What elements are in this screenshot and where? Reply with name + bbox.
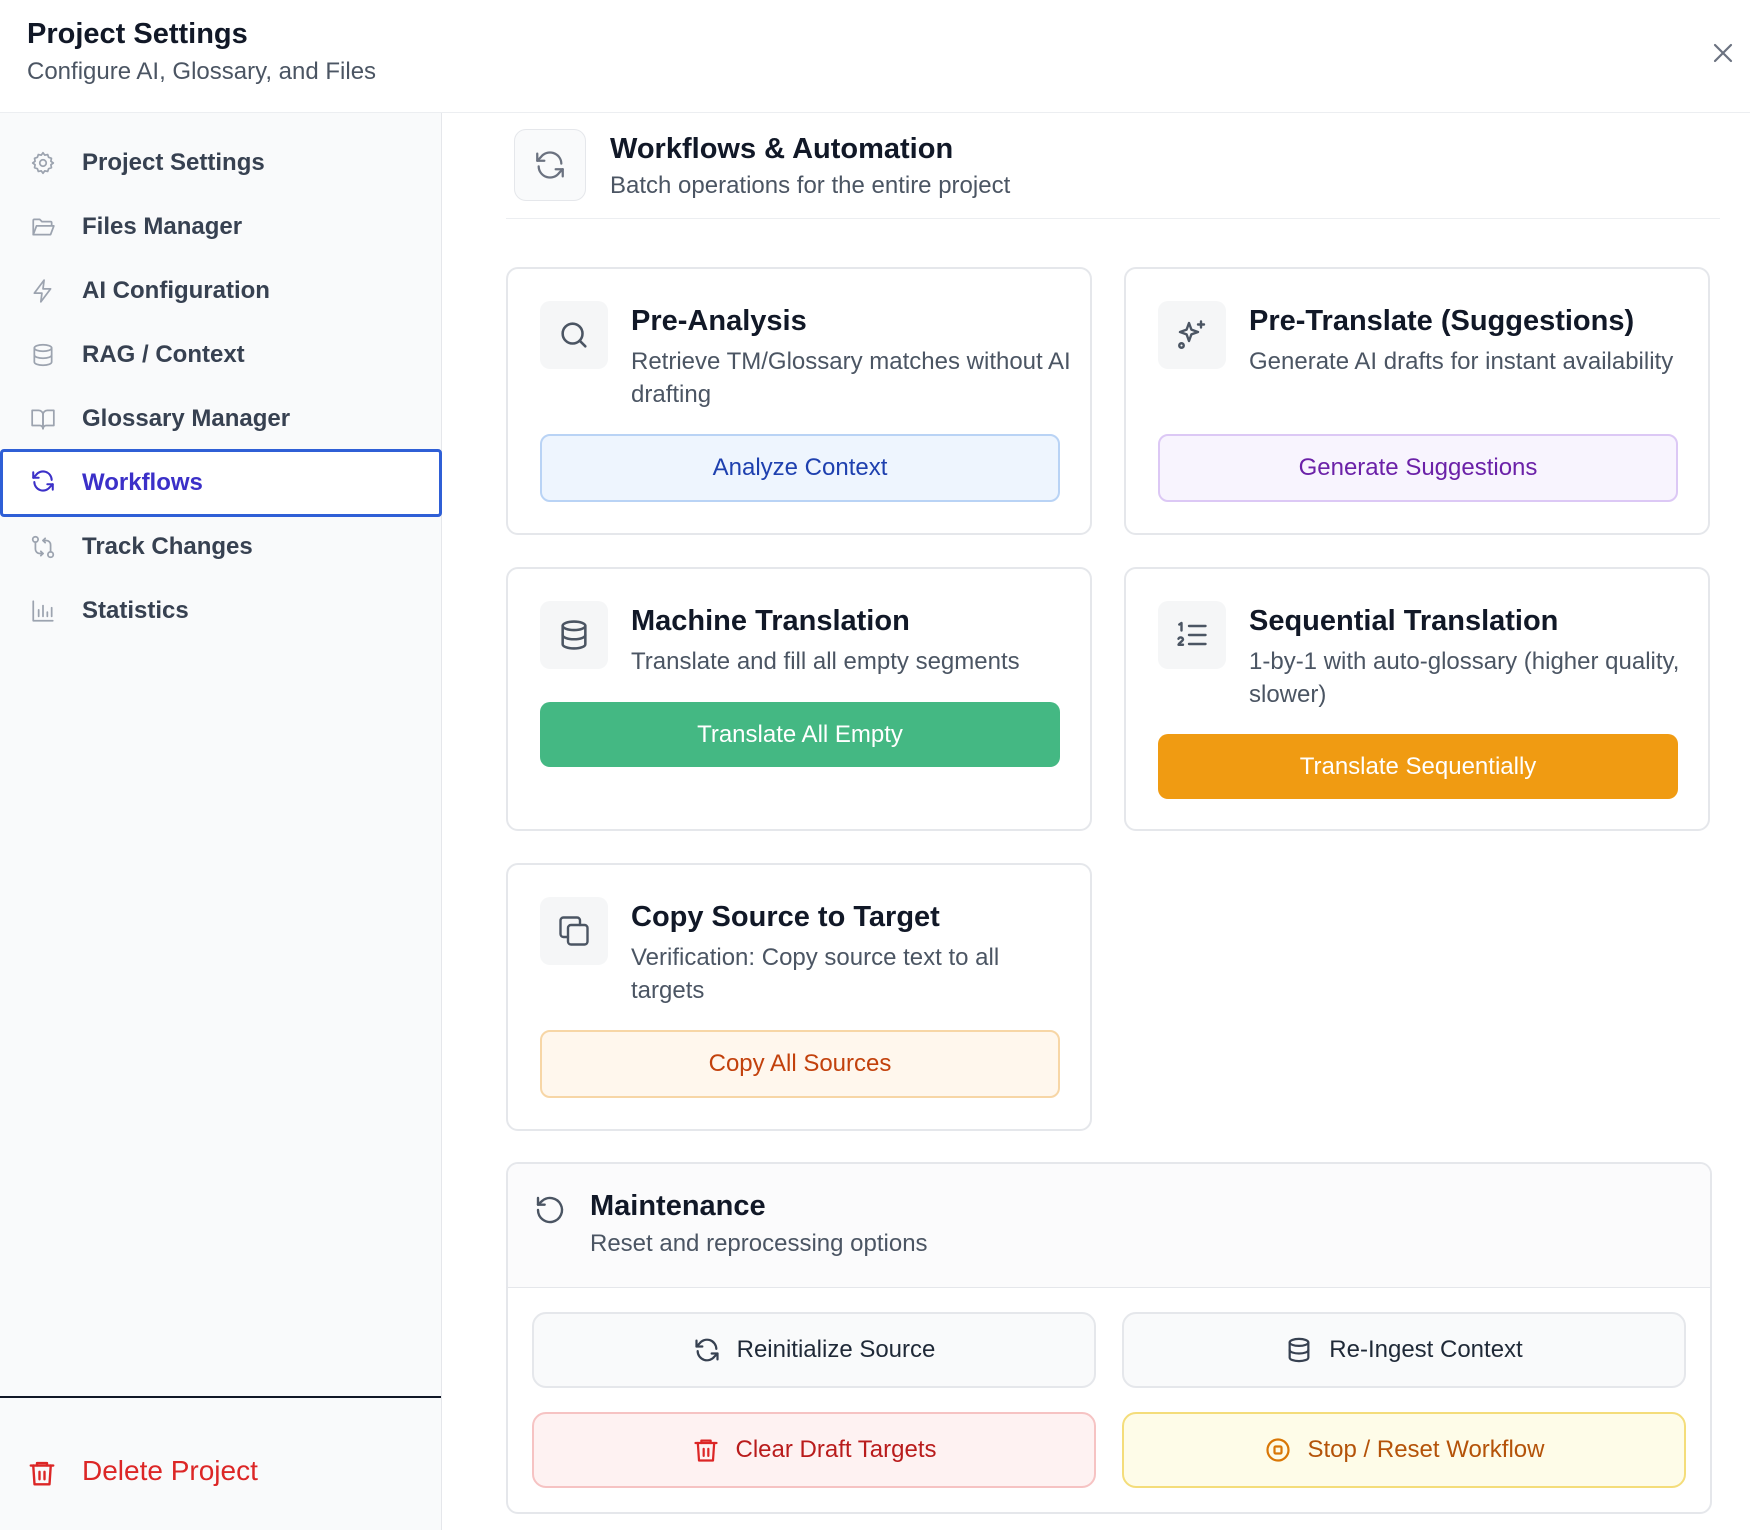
card-title: Machine Translation [631,605,910,637]
lightning-icon [33,279,52,303]
card-pre-translate: Pre-Translate (Suggestions) Generate AI … [1124,267,1710,535]
dialog-header: Project Settings Configure AI, Glossary,… [0,0,1750,113]
sidebar-item-glossary-manager[interactable]: Glossary Manager [0,387,442,451]
card-copy-source: Copy Source to Target Verification: Copy… [506,863,1092,1131]
sidebar-divider [0,1396,441,1398]
maintenance-panel: Maintenance Reset and reprocessing optio… [506,1162,1712,1514]
sidebar-item-label: RAG / Context [82,341,245,368]
bar-chart-icon [32,600,54,622]
card-description: Verification: Copy source text to all ta… [631,944,1000,1004]
sidebar-item-label: Track Changes [82,533,253,560]
card-description: Translate and fill all empty segments [631,648,1020,675]
copy-icon [559,916,589,946]
dialog-subtitle: Configure AI, Glossary, and Files [27,58,377,85]
card-title: Pre-Analysis [631,305,807,337]
sidebar-item-label: AI Configuration [82,277,270,304]
sparkles-icon [1178,320,1206,349]
sidebar: Project Settings Files Manager AI Config… [0,113,442,1530]
database-icon [561,620,587,650]
stop-circle-icon [1265,1438,1290,1462]
dialog-title: Project Settings [27,18,248,50]
sidebar-item-files-manager[interactable]: Files Manager [0,195,442,259]
card-sequential-translation: Sequential Translation 1-by-1 with auto-… [1124,567,1710,831]
sidebar-item-label: Glossary Manager [82,405,291,432]
sidebar-item-workflows[interactable]: Workflows [0,449,442,517]
card-description: Generate AI drafts for instant availabil… [1249,348,1674,375]
card-title: Sequential Translation [1249,605,1559,637]
card-icon-box [540,301,608,369]
sidebar-item-label: Workflows [82,469,203,496]
sidebar-item-label: Project Settings [82,149,265,176]
translate-sequentially-button[interactable]: Translate Sequentially [1158,734,1678,799]
sidebar-item-ai-configuration[interactable]: AI Configuration [0,259,442,323]
section-title: Workflows & Automation [610,133,954,165]
close-button[interactable] [1708,38,1738,68]
reinitialize-source-button[interactable]: Reinitialize Source [532,1312,1096,1388]
card-icon-box [1158,301,1226,369]
numbered-list-icon [1177,621,1207,646]
delete-project-label: Delete Project [82,1455,258,1486]
button-label: Clear Draft Targets [735,1436,937,1463]
sidebar-item-project-settings[interactable]: Project Settings [0,131,442,195]
sidebar-item-label: Statistics [82,597,189,624]
card-machine-translation: Machine Translation Translate and fill a… [506,567,1092,831]
refresh-icon [32,470,54,492]
sidebar-item-rag-context[interactable]: RAG / Context [0,323,442,387]
button-label: Re-Ingest Context [1329,1336,1523,1363]
close-icon [1713,43,1733,63]
reingest-context-button[interactable]: Re-Ingest Context [1122,1312,1686,1388]
card-title: Pre-Translate (Suggestions) [1249,305,1635,337]
card-icon-box [540,897,608,965]
button-label: Stop / Reset Workflow [1307,1436,1545,1463]
card-icon-box [540,601,608,669]
button-label: Reinitialize Source [736,1336,936,1363]
translate-all-empty-button[interactable]: Translate All Empty [540,702,1060,767]
analyze-context-button[interactable]: Analyze Context [540,434,1060,502]
database-icon [1288,1337,1310,1363]
sidebar-item-label: Files Manager [82,213,243,240]
card-description: 1-by-1 with auto-glossary (higher qualit… [1249,648,1680,708]
database-icon [33,343,53,367]
gear-icon [31,151,55,175]
sidebar-item-statistics[interactable]: Statistics [0,579,442,643]
card-icon-box [1158,601,1226,669]
section-subtitle: Batch operations for the entire project [610,172,1011,199]
book-open-icon [31,409,55,430]
clear-draft-targets-button[interactable]: Clear Draft Targets [532,1412,1096,1488]
search-icon [561,322,587,348]
refresh-icon [695,1338,719,1362]
section-header: Workflows & Automation Batch operations … [506,113,1720,219]
refresh-icon [536,151,564,179]
sidebar-item-track-changes[interactable]: Track Changes [0,515,442,579]
maintenance-header: Maintenance Reset and reprocessing optio… [508,1164,1710,1288]
maintenance-subtitle: Reset and reprocessing options [590,1230,928,1257]
card-pre-analysis: Pre-Analysis Retrieve TM/Glossary matche… [506,267,1092,535]
delete-project-button[interactable]: Delete Project [0,1443,440,1503]
git-compare-icon [31,535,55,559]
card-description: Retrieve TM/Glossary matches without AI … [631,348,1071,408]
section-icon-box [514,129,586,201]
rotate-ccw-icon [536,1196,564,1224]
generate-suggestions-button[interactable]: Generate Suggestions [1158,434,1678,502]
maintenance-title: Maintenance [590,1190,766,1222]
trash-icon [693,1439,718,1462]
folder-open-icon [32,218,55,236]
trash-icon [29,1461,55,1486]
stop-reset-workflow-button[interactable]: Stop / Reset Workflow [1122,1412,1686,1488]
card-title: Copy Source to Target [631,901,940,933]
copy-all-sources-button[interactable]: Copy All Sources [540,1030,1060,1098]
